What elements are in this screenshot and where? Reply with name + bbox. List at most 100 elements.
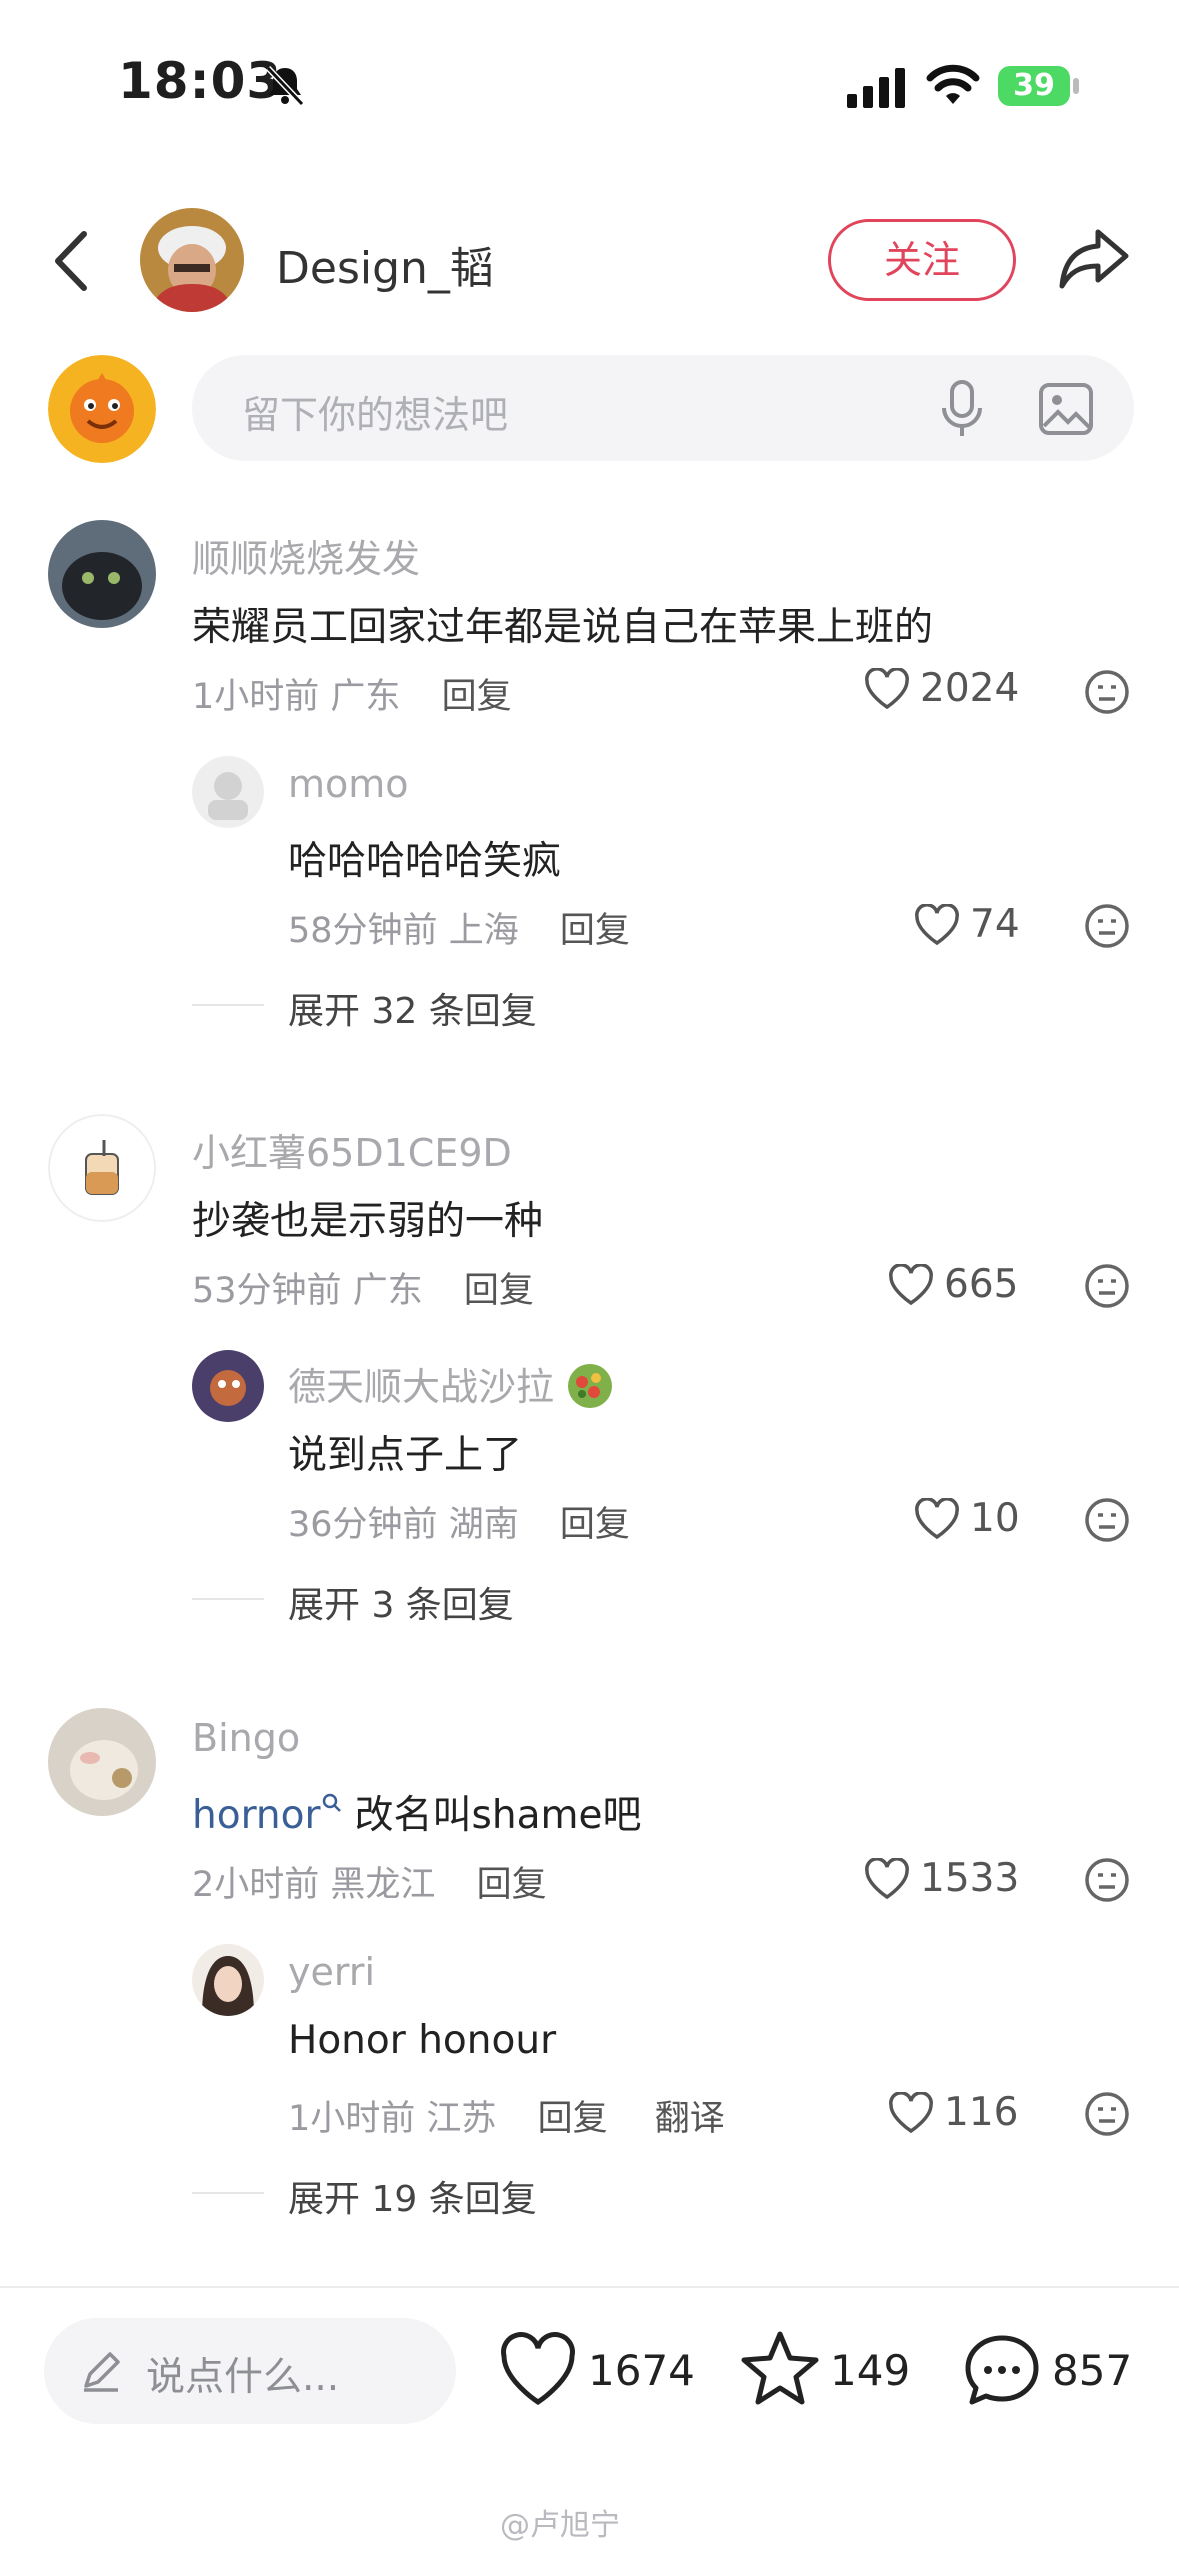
reply-username-text: 德天顺大战沙拉 [288, 1365, 555, 1409]
heart-icon [889, 1263, 933, 1305]
post-comment-count: 857 [1052, 2346, 1133, 2395]
like-button[interactable]: 2024 [864, 666, 1019, 711]
like-count: 1533 [920, 1856, 1020, 1901]
heart-icon [915, 903, 959, 945]
wifi-icon [926, 64, 980, 104]
dislike-face-icon[interactable] [1084, 1497, 1130, 1543]
status-time: 18:03 [118, 52, 283, 110]
reply-avatar[interactable] [192, 1350, 264, 1422]
expand-divider [192, 1598, 264, 1600]
dislike-face-icon[interactable] [1084, 903, 1130, 949]
comment-location: 黑龙江 [330, 1865, 436, 1905]
like-button[interactable]: 74 [914, 902, 1020, 947]
like-button[interactable]: 10 [914, 1496, 1020, 1541]
like-button[interactable]: 665 [888, 1262, 1018, 1307]
host-name[interactable]: Design_韬 [276, 232, 494, 296]
my-avatar[interactable] [48, 355, 156, 463]
comment-username[interactable]: 顺顺烧烧发发 [192, 528, 420, 583]
reply-text: 哈哈哈哈哈笑疯 [288, 839, 562, 884]
comment-time: 53分钟前 [192, 1271, 342, 1311]
dislike-face-icon[interactable] [1084, 1263, 1130, 1309]
like-count: 74 [970, 902, 1020, 947]
salad-emoji-icon [568, 1364, 613, 1408]
reply-time: 58分钟前 [288, 911, 438, 951]
reply-button[interactable]: 回复 [442, 677, 512, 717]
heart-icon [865, 1857, 909, 1899]
reply-button[interactable]: 回复 [464, 1271, 534, 1311]
comment-username[interactable]: 小红薯65D1CE9D [192, 1122, 512, 1177]
reply-avatar[interactable] [192, 756, 264, 828]
bell-slash-icon [265, 65, 305, 107]
reply-time: 36分钟前 [288, 1505, 438, 1545]
share-arrow-icon[interactable] [1058, 226, 1130, 292]
dislike-face-icon[interactable] [1084, 2091, 1130, 2137]
expand-divider [192, 1004, 264, 1006]
like-count: 116 [944, 2090, 1019, 2135]
reply-button[interactable]: 回复 [560, 1505, 630, 1545]
like-count: 665 [944, 1262, 1019, 1307]
bottom-divider [0, 2286, 1179, 2288]
reply-time: 1小时前 [288, 2099, 416, 2139]
comment-meta: 53分钟前 广东 回复 [192, 1262, 534, 1313]
reply-meta: 1小时前 江苏 回复 翻译 [288, 2090, 725, 2141]
comment-avatar[interactable] [48, 1114, 156, 1222]
star-icon[interactable] [740, 2330, 820, 2406]
say-something-placeholder: 说点什么... [146, 2355, 340, 2400]
reply-button[interactable]: 回复 [477, 1865, 547, 1905]
like-count: 2024 [920, 666, 1020, 711]
comment-text: hornor 改名叫shame吧 [192, 1784, 641, 1840]
expand-replies-button[interactable]: 展开 19 条回复 [288, 2170, 537, 2222]
comment-text: 荣耀员工回家过年都是说自己在苹果上班的 [192, 605, 934, 650]
comment-time: 2小时前 [192, 1865, 320, 1905]
expand-replies-button[interactable]: 展开 3 条回复 [288, 1576, 514, 1628]
comment-input-placeholder: 留下你的想法吧 [242, 393, 509, 437]
comment-text: 抄袭也是示弱的一种 [192, 1199, 544, 1244]
heart-icon [915, 1497, 959, 1539]
reply-username[interactable]: momo [288, 762, 409, 806]
reply-avatar[interactable] [192, 1944, 264, 2016]
comment-bubble-icon[interactable] [962, 2332, 1042, 2408]
comment-location: 广东 [330, 677, 401, 717]
heart-icon [889, 2091, 933, 2133]
keyword-link[interactable]: hornor [192, 1793, 321, 1838]
like-button[interactable]: 116 [888, 2090, 1018, 2135]
reply-location: 上海 [448, 911, 519, 951]
reply-button[interactable]: 回复 [560, 911, 630, 951]
reply-text: 说到点子上了 [288, 1433, 523, 1478]
expand-divider [192, 2192, 264, 2194]
watermark: @卢旭宁 [500, 2508, 620, 2543]
search-icon [322, 1793, 341, 1812]
reply-meta: 36分钟前 湖南 回复 [288, 1496, 630, 1547]
comment-username[interactable]: Bingo [192, 1716, 300, 1760]
image-icon[interactable] [1038, 382, 1094, 436]
reply-location: 湖南 [448, 1505, 519, 1545]
reply-username[interactable]: yerri [288, 1950, 375, 1994]
signal-icon [847, 68, 905, 108]
battery-level: 39 [998, 66, 1070, 106]
comment-meta: 1小时前 广东 回复 [192, 668, 512, 719]
reply-location: 江苏 [426, 2099, 497, 2139]
dislike-face-icon[interactable] [1084, 669, 1130, 715]
like-button[interactable]: 1533 [864, 1856, 1019, 1901]
translate-button[interactable]: 翻译 [655, 2099, 725, 2139]
comment-meta: 2小时前 黑龙江 回复 [192, 1856, 547, 1907]
dislike-face-icon[interactable] [1084, 1857, 1130, 1903]
host-avatar[interactable] [140, 208, 244, 312]
microphone-icon[interactable] [940, 378, 984, 440]
like-count: 10 [970, 1496, 1020, 1541]
reply-username[interactable]: 德天顺大战沙拉 [288, 1356, 614, 1411]
comment-avatar[interactable] [48, 520, 156, 628]
post-star-count: 149 [830, 2346, 911, 2395]
reply-button[interactable]: 回复 [538, 2099, 608, 2139]
reply-meta: 58分钟前 上海 回复 [288, 902, 630, 953]
comment-time: 1小时前 [192, 677, 320, 717]
comment-location: 广东 [352, 1271, 423, 1311]
back-chevron-icon[interactable] [48, 228, 98, 294]
expand-replies-button[interactable]: 展开 32 条回复 [288, 982, 537, 1034]
post-like-count: 1674 [588, 2346, 695, 2395]
heart-icon[interactable] [498, 2332, 578, 2408]
comment-text-body: 改名叫shame吧 [354, 1793, 642, 1838]
comment-avatar[interactable] [48, 1708, 156, 1816]
follow-button[interactable]: 关注 [828, 219, 1016, 301]
battery-charging-icon: 39 [998, 64, 1082, 108]
